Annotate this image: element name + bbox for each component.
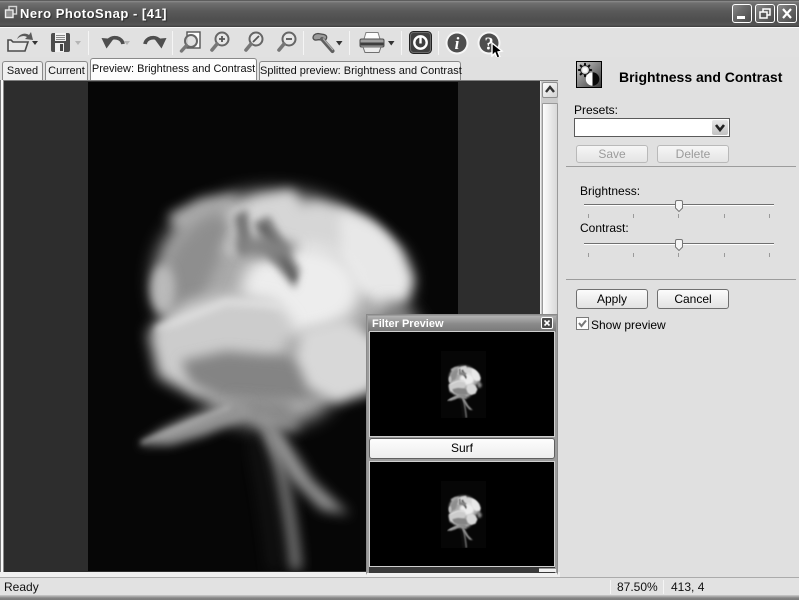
svg-text:i: i [455, 34, 460, 53]
